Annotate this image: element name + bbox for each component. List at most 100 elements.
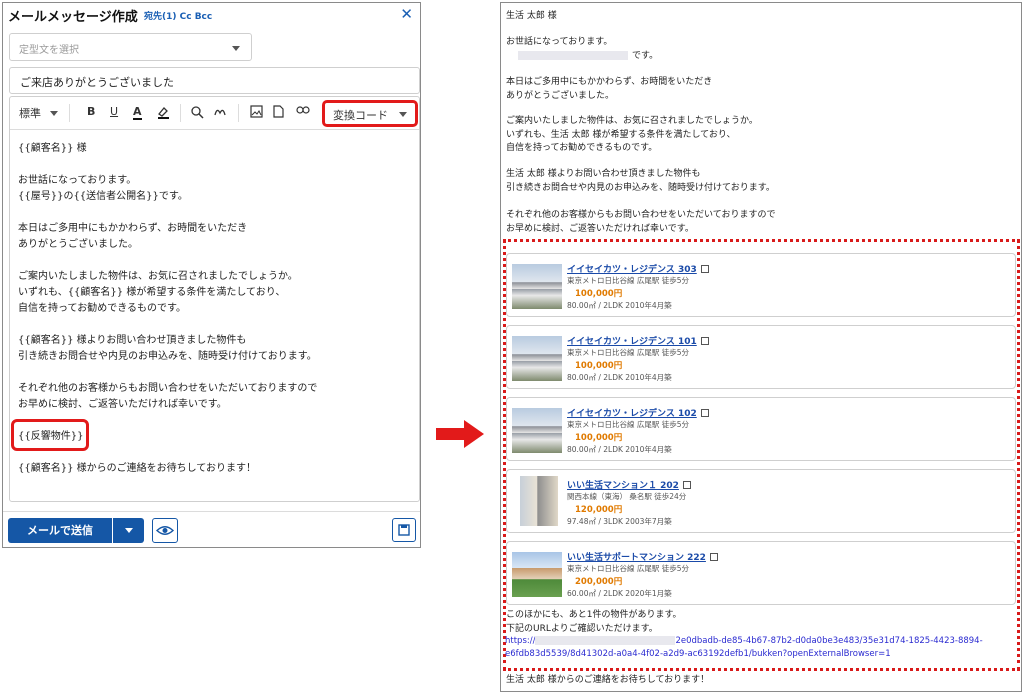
preview-line: 生活 太郎 様よりお問い合わせ頂きました物件も [506, 169, 701, 179]
preview-line: お世話になっております。 [506, 37, 613, 47]
text-color-button[interactable]: A [133, 105, 142, 120]
bold-button[interactable]: B [87, 105, 95, 118]
property-link[interactable]: イイセイカツ・レジデンス 102 [567, 406, 709, 419]
mail-composer: メールメッセージ作成 宛先(1) Cc Bcc ✕ 定型文を選択 ご来店ありがと… [2, 2, 421, 548]
underline-button[interactable]: U [110, 105, 118, 118]
property-price: 120,000円 [575, 505, 623, 515]
property-link[interactable]: いい生活マンション１ 202 [567, 478, 691, 491]
save-draft-icon[interactable] [392, 518, 416, 542]
property-link[interactable]: いい生活サポートマンション 222 [567, 550, 718, 563]
property-photo [512, 336, 562, 381]
property-card[interactable]: いい生活マンション１ 202 関西本線（東海） 桑名駅 徒歩24分 120,00… [506, 469, 1016, 533]
preview-line: 下記のURLよりご確認いただけます。 [506, 623, 658, 634]
composer-footer: メールで送信 [3, 511, 420, 545]
property-link[interactable]: イイセイカツ・レジデンス 303 [567, 262, 709, 275]
external-link-icon [682, 481, 691, 489]
body-line: いずれも、{{顧客名}} 様が希望する条件を満たしており、 [18, 287, 286, 298]
external-link-icon [700, 337, 709, 345]
property-spec: 80.00㎡ / 2LDK 2010年4月築 [567, 301, 672, 310]
body-line: ありがとうございました。 [18, 239, 138, 250]
external-link-icon [700, 265, 709, 273]
arrow-right-icon [436, 420, 484, 448]
body-editor[interactable]: 標準 B U A 変換コード {{顧客名}} 様 お世話になっております。 {{… [9, 96, 420, 502]
property-price: 100,000円 [575, 289, 623, 299]
property-code-highlight [11, 419, 89, 451]
external-link-icon [709, 553, 718, 561]
spellcheck-icon[interactable] [213, 105, 227, 122]
preview-line: いずれも、生活 太郎 様が希望する条件を満たしており、 [506, 129, 736, 140]
body-line: ご案内いたしました物件は、お気に召されましたでしょうか。 [18, 271, 298, 282]
recipients-toggle[interactable]: 宛先(1) Cc Bcc [144, 9, 212, 22]
preview-line: ありがとうございました。 [506, 90, 615, 101]
composer-header: メールメッセージ作成 宛先(1) Cc Bcc ✕ [3, 3, 420, 27]
property-station: 関西本線（東海） 桑名駅 徒歩24分 [567, 492, 687, 501]
preview-paragraph: ご案内いたしました物件は、お気に召されましたでしょうか。 いずれも、生活 太郎 … [506, 115, 758, 156]
preview-line: です。 [632, 50, 659, 61]
format-chevron-icon [50, 111, 58, 116]
body-line: {{屋号}}の{{送信者公開名}}です。 [18, 191, 188, 202]
property-price: 100,000円 [575, 433, 623, 443]
masked-text [518, 50, 628, 60]
property-station: 東京メトロ日比谷線 広尾駅 徒歩5分 [567, 348, 690, 357]
link-icon[interactable] [296, 105, 310, 118]
template-select[interactable]: 定型文を選択 [9, 33, 252, 61]
masked-text [535, 636, 676, 645]
preview-paragraph: それぞれ他のお客様からもお問い合わせをいただいておりますので お早めに検討、ご返… [506, 209, 775, 236]
subject-input[interactable]: ご来店ありがとうございました [9, 67, 420, 94]
editor-toolbar: 標準 B U A 変換コード [10, 97, 419, 130]
preview-intro: お世話になっております。 です。 [506, 36, 658, 63]
property-card[interactable]: いい生活サポートマンション 222 東京メトロ日比谷線 広尾駅 徒歩5分 200… [506, 541, 1016, 605]
toolbar-divider [238, 104, 239, 122]
body-line: それぞれ他のお客様からもお問い合わせをいただいておりますので [18, 383, 318, 394]
body-line: {{顧客名}} 様 [18, 143, 87, 154]
property-card[interactable]: イイセイカツ・レジデンス 101 東京メトロ日比谷線 広尾駅 徒歩5分 100,… [506, 325, 1016, 389]
preview-greeting: 生活 太郎 様 [506, 11, 557, 21]
preview-line: 自信を持ってお勧めできるものです。 [506, 143, 658, 153]
toolbar-divider [69, 104, 70, 122]
property-price: 100,000円 [575, 361, 623, 371]
property-photo [520, 476, 558, 526]
highlight-icon[interactable] [156, 105, 170, 122]
preview-paragraph: 本日はご多用中にもかかわらず、お時間をいただき ありがとうございました。 [506, 76, 712, 103]
property-card[interactable]: イイセイカツ・レジデンス 102 東京メトロ日比谷線 広尾駅 徒歩5分 100,… [506, 397, 1016, 461]
body-line: 引き続きお問合せや内見のお申込みを、随時受け付けております。 [18, 351, 317, 362]
preview-closing: 生活 太郎 様からのご連絡をお待ちしております！ [506, 675, 710, 685]
preview-line: 引き続きお問合せや内見のお申込みを、随時受け付けております。 [506, 182, 775, 193]
convert-chevron-icon [399, 112, 407, 117]
send-options-dropdown[interactable] [113, 518, 144, 543]
preview-line: このほかにも、あと1件の物件があります。 [506, 610, 682, 620]
external-link-icon [700, 409, 709, 417]
preview-line: それぞれ他のお客様からもお問い合わせをいただいておりますので [506, 210, 776, 220]
preview-line: ご案内いたしました物件は、お気に召されましたでしょうか。 [506, 116, 758, 126]
property-spec: 97.48㎡ / 3LDK 2003年7月築 [567, 517, 672, 526]
close-icon[interactable]: ✕ [400, 5, 413, 23]
preview-line: お早めに検討、ご返答いただければ幸いです。 [506, 223, 694, 234]
property-photo [512, 552, 562, 597]
preview-more-info: このほかにも、あと1件の物件があります。 下記のURLよりご確認いただけます。 [506, 609, 682, 636]
mail-preview: 生活 太郎 様 お世話になっております。 です。 本日はご多用中にもかかわらず、… [500, 2, 1022, 692]
preview-eye-icon[interactable] [152, 518, 178, 543]
property-link[interactable]: イイセイカツ・レジデンス 101 [567, 334, 709, 347]
convert-code-label: 変換コード [333, 109, 388, 122]
image-icon[interactable] [250, 105, 263, 121]
property-spec: 80.00㎡ / 2LDK 2010年4月築 [567, 445, 672, 454]
body-line: お早めに検討、ご返答いただければ幸いです。 [18, 399, 227, 410]
file-icon[interactable] [273, 105, 284, 121]
preview-paragraph: 生活 太郎 様よりお問い合わせ頂きました物件も 引き続きお問合せや内見のお申込み… [506, 168, 775, 195]
format-select[interactable]: 標準 [19, 105, 41, 121]
body-line: {{顧客名}} 様よりお問い合わせ頂きました物件も [18, 335, 247, 346]
property-station: 東京メトロ日比谷線 広尾駅 徒歩5分 [567, 276, 690, 285]
property-station: 東京メトロ日比谷線 広尾駅 徒歩5分 [567, 564, 690, 573]
property-station: 東京メトロ日比谷線 広尾駅 徒歩5分 [567, 420, 690, 429]
find-replace-icon[interactable] [190, 105, 204, 122]
send-chevron-icon [125, 528, 133, 533]
convert-code-dropdown[interactable]: 変換コード [322, 100, 418, 127]
send-email-button[interactable]: メールで送信 [8, 518, 112, 543]
composer-title: メールメッセージ作成 [8, 10, 138, 25]
property-photo [512, 408, 562, 453]
bukken-url-link[interactable]: https://2e0dbadb-de85-4b67-87b2-d0da0be3… [505, 635, 983, 661]
body-line: 自信を持ってお勧めできるものです。 [18, 303, 186, 314]
property-spec: 80.00㎡ / 2LDK 2010年4月築 [567, 373, 672, 382]
property-card[interactable]: イイセイカツ・レジデンス 303 東京メトロ日比谷線 広尾駅 徒歩5分 100,… [506, 253, 1016, 317]
template-placeholder: 定型文を選択 [19, 45, 79, 56]
